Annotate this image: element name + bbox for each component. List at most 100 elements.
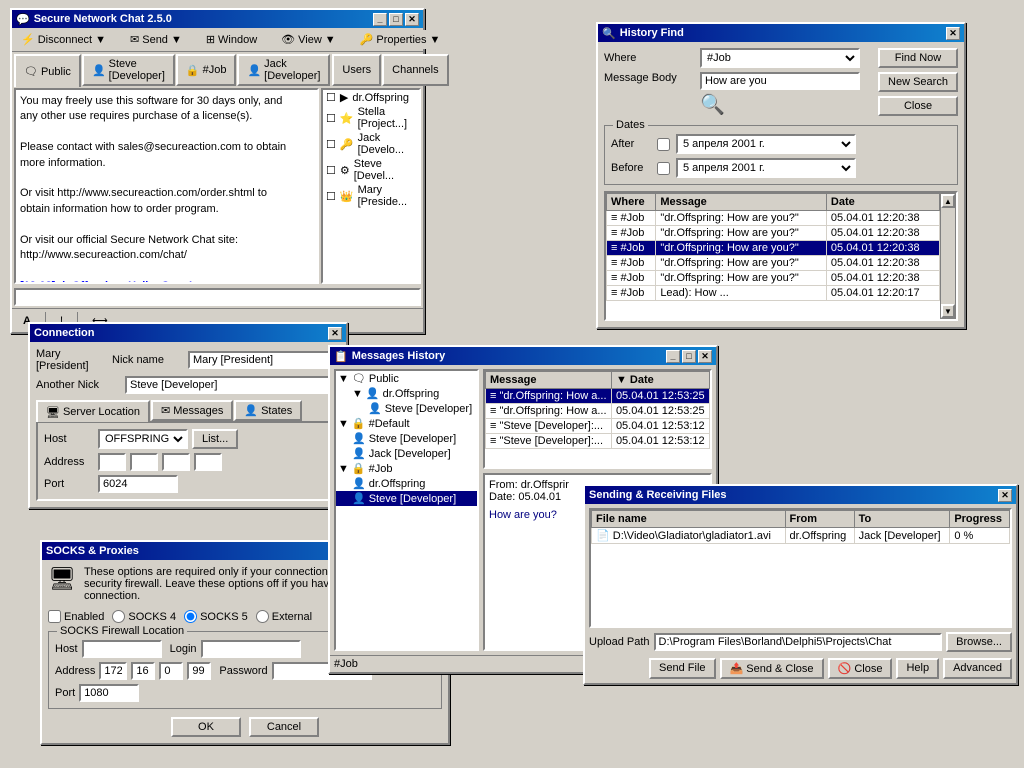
expand-icon: ▼ [338, 418, 349, 430]
tree-steve-dev[interactable]: 👤 Steve [Developer] [336, 401, 477, 416]
tab-channels[interactable]: Channels [382, 54, 448, 86]
files-buttons: Send File 📤 Send & Close 🚫 Close Help Ad… [589, 658, 1012, 679]
before-date-select[interactable]: 5 апреля 2001 г. [676, 158, 856, 178]
chat-line: Please contact with sales@secureaction.c… [20, 140, 313, 155]
tree-jack-dev[interactable]: 👤 Jack [Developer] [336, 446, 477, 461]
tree-dr-offspring[interactable]: ▼ 👤 dr.Offspring [336, 386, 477, 401]
where-field-row: Where #Job [604, 48, 872, 68]
nick-input[interactable] [188, 351, 340, 369]
maximize-button[interactable]: □ [682, 350, 696, 363]
where-select[interactable]: #Job [700, 48, 860, 68]
external-radio[interactable]: External [256, 610, 312, 623]
user-checkbox[interactable]: ☐ [326, 138, 336, 151]
send-button[interactable]: ✉ Send ▼ [123, 30, 189, 49]
address-octet2[interactable] [130, 453, 158, 471]
help-button[interactable]: Help [896, 658, 939, 679]
results-scrollbar[interactable]: ▲ ▼ [940, 193, 956, 319]
result-date: 05.04.01 12:20:38 [826, 211, 939, 226]
tree-default[interactable]: ▼ 🔒 #Default [336, 416, 477, 431]
tree-public[interactable]: ▼ 🗨 Public [336, 371, 477, 386]
socks-host-input[interactable] [82, 640, 162, 658]
chat-input-field[interactable] [16, 290, 419, 302]
status-text: #Job [334, 658, 358, 670]
socks5-radio[interactable]: SOCKS 5 [184, 610, 248, 623]
socks4-radio-input[interactable] [112, 610, 125, 623]
list-button[interactable]: List... [192, 429, 238, 449]
upload-path-input[interactable] [654, 633, 943, 651]
send-close-button[interactable]: 📤 Send & Close [720, 658, 824, 679]
enabled-checkbox[interactable] [48, 610, 61, 623]
tree-job[interactable]: ▼ 🔒 #Job [336, 461, 477, 476]
address-octet4[interactable] [194, 453, 222, 471]
external-radio-input[interactable] [256, 610, 269, 623]
maximize-button[interactable]: □ [389, 13, 403, 26]
minimize-button[interactable]: _ [666, 350, 680, 363]
minimize-button[interactable]: _ [373, 13, 387, 26]
close-button[interactable]: 🚫 Close [828, 658, 893, 679]
file-progress: 0 % [950, 528, 1010, 544]
message-body-input[interactable] [700, 72, 860, 90]
after-date-select[interactable]: 5 апреля 2001 г. [676, 134, 856, 154]
user-item[interactable]: ☐ ⚙ Steve [Devel... [323, 157, 419, 183]
user-checkbox[interactable]: ☐ [326, 112, 336, 125]
result-date: 05.04.01 12:20:38 [826, 241, 939, 256]
address-octet3[interactable] [162, 453, 190, 471]
host-select[interactable]: OFFSPRING [98, 429, 188, 449]
view-button[interactable]: 👁 View ▼ [274, 30, 343, 49]
user-item[interactable]: ☐ ▶ dr.Offspring [323, 90, 419, 105]
user-item[interactable]: ☐ 🔑 Jack [Develo... [323, 131, 419, 157]
tab-users[interactable]: Users [332, 54, 381, 86]
tree-steve-dev3[interactable]: 👤 Steve [Developer] [336, 491, 477, 506]
tree-steve-dev2[interactable]: 👤 Steve [Developer] [336, 431, 477, 446]
scroll-up-button[interactable]: ▲ [941, 194, 955, 208]
user-checkbox[interactable]: ☐ [326, 190, 336, 203]
socks4-radio[interactable]: SOCKS 4 [112, 610, 176, 623]
disconnect-button[interactable]: ⚡ Disconnect ▼ [14, 30, 113, 49]
tab-server-location[interactable]: 🖥 Server Location [36, 400, 150, 422]
close-button[interactable]: ✕ [998, 489, 1012, 502]
window-button[interactable]: ⊞ Window [199, 30, 264, 49]
col-date: Date [826, 194, 939, 211]
tab-steve[interactable]: 👤 Steve [Developer] [82, 54, 175, 86]
scroll-down-button[interactable]: ▼ [941, 304, 955, 318]
port-input[interactable] [98, 475, 178, 493]
user-item[interactable]: ☐ ⭐ Stella [Project...] [323, 105, 419, 131]
browse-button[interactable]: Browse... [946, 632, 1012, 652]
user-item[interactable]: ☐ 👑 Mary [Preside... [323, 183, 419, 209]
tab-states[interactable]: 👤 States [234, 400, 302, 421]
properties-button[interactable]: 🔑 Properties ▼ [353, 30, 448, 49]
tab-messages[interactable]: ✉ Messages [151, 400, 233, 421]
enabled-check[interactable]: Enabled [48, 610, 104, 623]
user-checkbox[interactable]: ☐ [326, 91, 336, 104]
socks-addr-octet3[interactable] [159, 662, 183, 680]
before-checkbox[interactable] [657, 162, 670, 175]
advanced-button[interactable]: Advanced [943, 658, 1012, 679]
find-now-button[interactable]: Find Now [878, 48, 958, 68]
socks-cancel-button[interactable]: Cancel [249, 717, 319, 737]
user-checkbox[interactable]: ☐ [326, 164, 336, 177]
socks-addr-octet1[interactable] [99, 662, 127, 680]
another-nick-input[interactable] [125, 376, 340, 394]
close-button[interactable]: ✕ [698, 350, 712, 363]
where-msgbody-col: Where #Job Message Body 🔍 [604, 48, 872, 117]
after-checkbox[interactable] [657, 138, 670, 151]
close-button[interactable]: ✕ [328, 327, 342, 340]
close-button[interactable]: ✕ [405, 13, 419, 26]
socks-ok-button[interactable]: OK [171, 717, 241, 737]
tree-dr-offspring2[interactable]: 👤 dr.Offspring [336, 476, 477, 491]
socks-login-input[interactable] [201, 640, 301, 658]
tab-public[interactable]: 🗨 Public [14, 54, 81, 87]
send-close-icon: 📤 [730, 663, 744, 675]
socks-addr-octet2[interactable] [131, 662, 155, 680]
socks5-radio-input[interactable] [184, 610, 197, 623]
tab-job[interactable]: 🔒 #Job [176, 54, 237, 86]
close-button[interactable]: Close [878, 96, 958, 116]
socks-port-input[interactable] [79, 684, 139, 702]
close-button[interactable]: ✕ [946, 27, 960, 40]
new-search-button[interactable]: New Search [878, 72, 958, 92]
chat-input[interactable] [14, 288, 421, 306]
address-octet1[interactable] [98, 453, 126, 471]
tab-jack[interactable]: 👤 Jack [Developer] [237, 54, 330, 86]
socks-addr-octet4[interactable] [187, 662, 211, 680]
send-file-button[interactable]: Send File [649, 658, 715, 679]
